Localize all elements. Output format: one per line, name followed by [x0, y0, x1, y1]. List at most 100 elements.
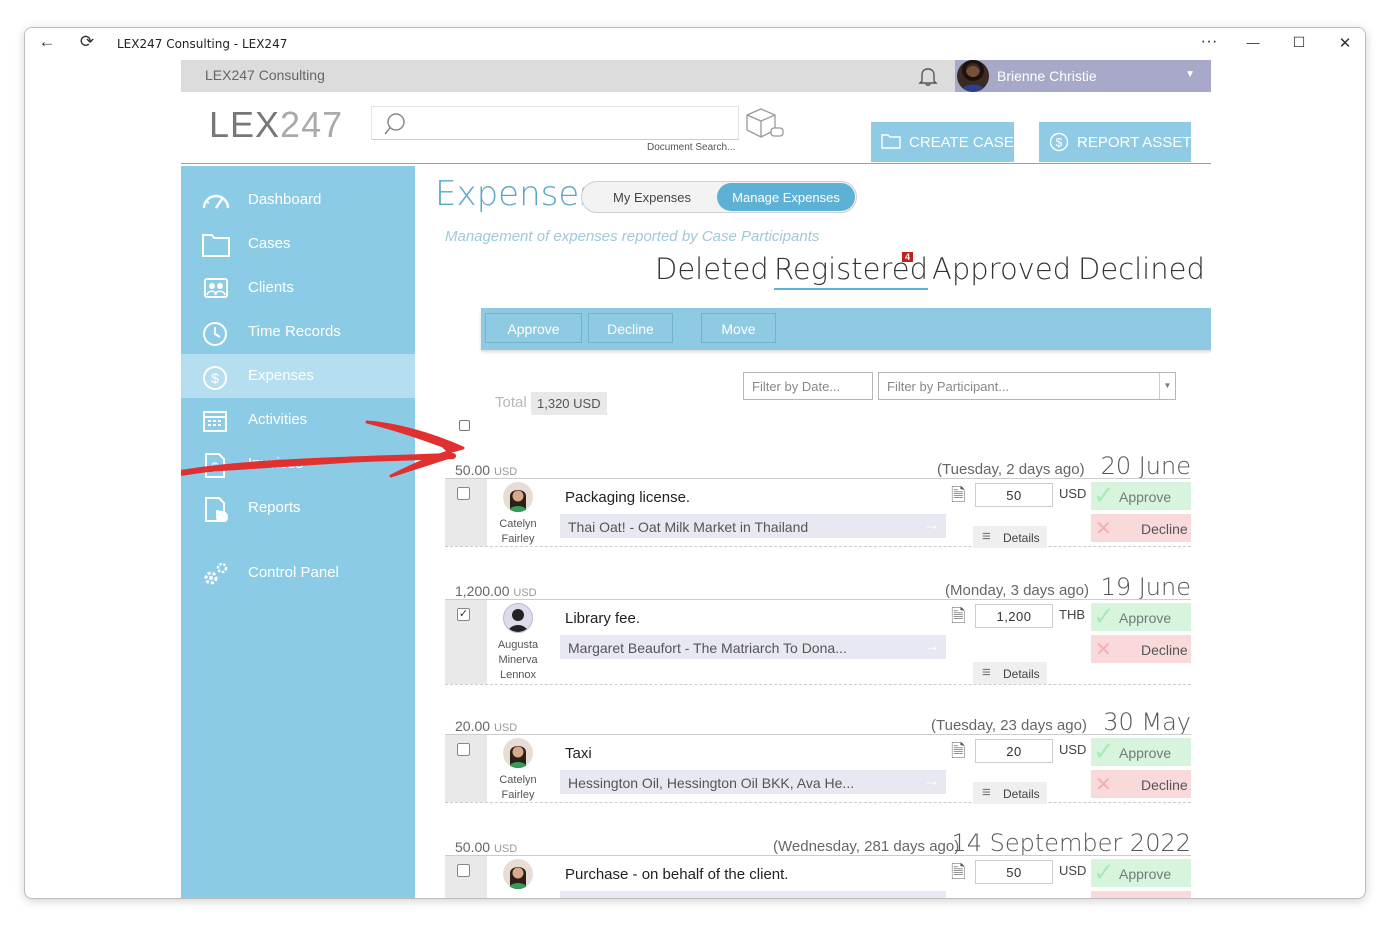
- case-link[interactable]: Hessington Oil, Hessington Oil BKK, Ava …: [560, 770, 946, 794]
- participant-avatar: [503, 738, 533, 768]
- approve-button[interactable]: Approve: [1091, 736, 1191, 767]
- registered-count-badge: 4: [902, 252, 914, 262]
- my-expenses-tab[interactable]: My Expenses: [613, 190, 691, 205]
- report-asset-button[interactable]: $ REPORT ASSET: [1039, 122, 1192, 162]
- decline-button[interactable]: Decline: [1091, 635, 1191, 663]
- decline-button[interactable]: Decline: [1091, 514, 1191, 542]
- bell-icon[interactable]: [916, 64, 940, 88]
- approve-button[interactable]: Approve: [1091, 857, 1191, 888]
- group-amount: 1,200.00 USD: [455, 583, 537, 599]
- group-amount-unit: USD: [493, 466, 518, 478]
- back-arrow-icon[interactable]: ←: [35, 32, 59, 52]
- refresh-icon[interactable]: ⟳: [75, 32, 99, 52]
- header: LEX247 Document Search... CREATE CASE $ …: [181, 92, 1211, 164]
- filter-participant-placeholder: Filter by Participant...: [887, 379, 1010, 394]
- expenses-view-toggle: My Expenses Manage Expenses: [581, 181, 857, 213]
- filter-by-participant-select[interactable]: Filter by Participant... ▼: [878, 372, 1176, 400]
- folder-icon: [881, 134, 901, 149]
- sidebar-item-control-panel[interactable]: Control Panel: [181, 551, 415, 595]
- receipt-icon[interactable]: 🗎: [951, 604, 965, 634]
- participant-first-name: Catelyn: [499, 774, 537, 786]
- dropdown-arrow-icon: ▼: [1159, 373, 1175, 399]
- sidebar-item-label: Cases: [248, 235, 291, 252]
- relative-date: (Wednesday, 281 days ago): [773, 838, 960, 855]
- row-select-cell: [445, 856, 487, 898]
- row-select-cell: [445, 735, 487, 802]
- arrow-right-icon: →: [923, 771, 940, 790]
- arrow-right-icon: →: [923, 636, 940, 655]
- approve-selected-button[interactable]: Approve: [485, 313, 582, 343]
- move-selected-button[interactable]: Move: [701, 313, 776, 343]
- relative-date: (Tuesday, 2 days ago): [937, 461, 1085, 478]
- receipt-icon[interactable]: 🗎: [951, 860, 965, 890]
- details-button[interactable]: Details: [973, 526, 1047, 548]
- tab-declined[interactable]: Declined: [1078, 252, 1205, 286]
- row-checkbox[interactable]: [457, 864, 470, 877]
- package-icon[interactable]: [743, 106, 785, 140]
- case-link[interactable]: Margaret Beaufort - The Matriarch To Don…: [560, 635, 946, 659]
- group-amount-unit: USD: [493, 722, 518, 734]
- more-options-icon[interactable]: ···: [1197, 31, 1221, 51]
- close-button[interactable]: ✕: [1333, 34, 1357, 52]
- receipt-icon[interactable]: 🗎: [951, 739, 965, 769]
- document-search-label: Document Search...: [647, 142, 736, 153]
- top-bar: LEX247 Consulting Brienne Christie ▼: [181, 60, 1211, 92]
- expense-row: Purchase - on behalf of the client. 🗎 50…: [445, 855, 1191, 898]
- amount-input[interactable]: 20: [975, 739, 1053, 763]
- amount-input[interactable]: 50: [975, 860, 1053, 884]
- case-link[interactable]: [560, 891, 946, 898]
- filter-by-date-input[interactable]: Filter by Date...: [743, 372, 873, 400]
- row-checkbox[interactable]: [457, 743, 470, 756]
- total-value: 1,320 USD: [531, 392, 607, 415]
- decline-button[interactable]: Decline: [1091, 770, 1191, 798]
- expense-description: Purchase - on behalf of the client.: [565, 866, 789, 883]
- participant-last-name: Fairley: [501, 533, 535, 545]
- user-menu[interactable]: Brienne Christie ▼: [955, 60, 1211, 92]
- window-title: LEX247 Consulting - LEX247: [117, 37, 288, 51]
- page-title: Expenses: [435, 174, 597, 214]
- decline-selected-button[interactable]: Decline: [588, 313, 673, 343]
- search-input[interactable]: [371, 106, 739, 140]
- manage-expenses-tab[interactable]: Manage Expenses: [717, 183, 855, 211]
- row-checkbox-checked[interactable]: ✓: [457, 608, 470, 621]
- approve-button[interactable]: Approve: [1091, 601, 1191, 632]
- participant-middle-name: Minerva: [498, 654, 538, 666]
- amount-input[interactable]: 50: [975, 483, 1053, 507]
- details-button[interactable]: Details: [973, 662, 1047, 684]
- participant-first-name: Catelyn: [499, 518, 537, 530]
- main-content: Expenses My Expenses Manage Expenses Man…: [435, 166, 1211, 898]
- sidebar-item-clients[interactable]: Clients: [181, 266, 415, 310]
- expense-row: Catelyn Fairley Packaging license. Thai O…: [445, 478, 1191, 548]
- relative-date: (Tuesday, 23 days ago): [931, 717, 1087, 734]
- tab-deleted[interactable]: Deleted: [655, 252, 769, 286]
- sidebar-item-label: Dashboard: [248, 191, 322, 208]
- receipt-icon[interactable]: 🗎: [951, 483, 965, 513]
- minimize-button[interactable]: —: [1241, 35, 1265, 50]
- sidebar-item-time-records[interactable]: Time Records: [181, 310, 415, 354]
- sidebar-item-dashboard[interactable]: Dashboard: [181, 178, 415, 222]
- expense-date: 19 June: [1100, 573, 1191, 601]
- create-case-button[interactable]: CREATE CASE: [871, 122, 1014, 162]
- sidebar-item-cases[interactable]: Cases: [181, 222, 415, 266]
- sidebar-item-reports[interactable]: Reports: [181, 486, 415, 530]
- total-label: Total: [495, 394, 527, 411]
- details-button[interactable]: Details: [973, 782, 1047, 804]
- amount-input[interactable]: 1,200: [975, 604, 1053, 628]
- tab-approved[interactable]: Approved: [932, 252, 1071, 286]
- clock-icon: [203, 322, 227, 346]
- participant-avatar-placeholder: [503, 603, 533, 633]
- approve-button[interactable]: Approve: [1091, 480, 1191, 511]
- decline-button[interactable]: [1091, 891, 1191, 898]
- maximize-button[interactable]: ☐: [1287, 34, 1311, 51]
- report-asset-label: REPORT ASSET: [1077, 134, 1192, 151]
- expense-date: 30 May: [1103, 708, 1191, 736]
- row-select-cell: ✓: [445, 600, 487, 684]
- dollar-circle-icon: $: [1049, 132, 1069, 152]
- sidebar-item-label: Reports: [248, 499, 301, 516]
- svg-text:$: $: [1056, 136, 1063, 150]
- case-link[interactable]: Thai Oat! - Oat Milk Market in Thailand →: [560, 514, 946, 538]
- participant-avatar: [503, 482, 533, 512]
- participant-last-name: Fairley: [501, 789, 535, 801]
- sidebar-item-label: Time Records: [248, 323, 341, 340]
- sidebar-item-expenses[interactable]: $ Expenses: [181, 354, 415, 398]
